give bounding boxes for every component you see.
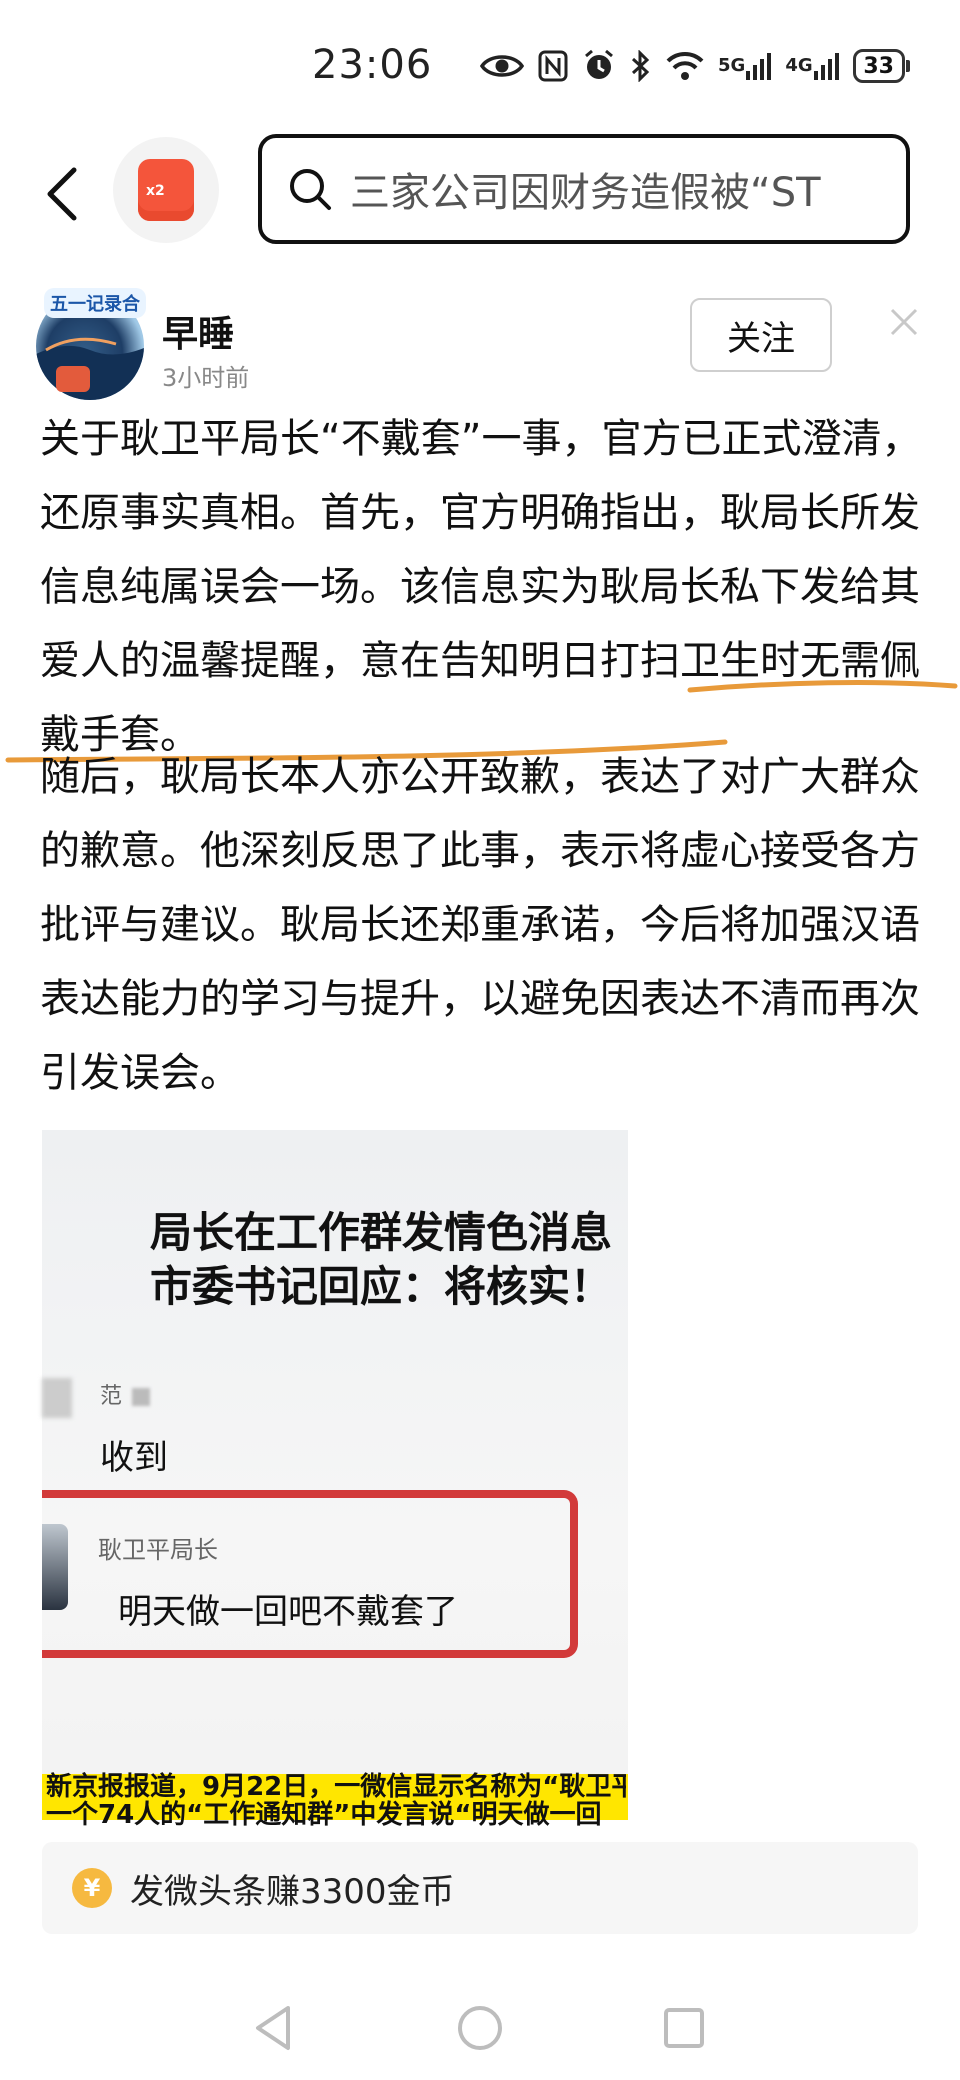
news-caption-line-2: 一个74人的“工作通知群”中发言说“明天做一回 <box>46 1800 602 1830</box>
signal-4g-icon: 4G <box>785 51 839 81</box>
camera-icon <box>56 366 90 392</box>
promo-text: 发微头条赚3300金币 <box>130 1871 455 1912</box>
coin-icon: ¥ <box>72 1868 112 1908</box>
network-4g-label: 4G <box>785 55 813 76</box>
nav-recents-button[interactable] <box>660 2000 708 2056</box>
search-icon <box>290 169 331 210</box>
signal-5g-icon: 5G <box>718 51 772 81</box>
follow-button[interactable]: 关注 <box>690 298 832 372</box>
bluetooth-icon <box>630 50 652 82</box>
post-time: 3小时前 <box>162 364 250 392</box>
triangle-back-icon <box>256 2006 290 2050</box>
nfc-icon <box>538 50 568 82</box>
chat-name-blur <box>132 1388 150 1406</box>
author-name[interactable]: 早睡 <box>162 305 234 357</box>
chat-avatar-blurred <box>42 1378 72 1418</box>
alarm-icon <box>582 49 616 83</box>
status-icons: 5G 4G 33 <box>480 46 910 86</box>
close-icon[interactable] <box>886 304 922 340</box>
chat-message-1: 收到 <box>100 1438 168 1478</box>
battery-level: 33 <box>863 53 894 79</box>
status-time: 23:06 <box>312 42 433 88</box>
nav-back-button[interactable] <box>250 2000 298 2056</box>
news-caption-line-1: 新京报报道，9月22日，一微信显示名称为“耿卫平 <box>46 1772 626 1802</box>
chat-avatar-2 <box>42 1524 68 1610</box>
promo-banner[interactable]: ¥ 发微头条赚3300金币 <box>42 1842 918 1934</box>
embedded-title-line-2: 市委书记回应：将核实！ <box>150 1262 613 1311</box>
chat-sender-1: 范 <box>100 1384 123 1409</box>
coin-symbol: ¥ <box>83 1874 101 1902</box>
eye-icon <box>480 51 524 81</box>
back-button[interactable] <box>36 158 96 230</box>
embedded-title-line-1: 局长在工作群发情色消息 <box>150 1208 613 1257</box>
search-query: 三家公司因财务造假被“ST <box>350 170 821 216</box>
avatar-badge: 五一记录合 <box>44 288 146 318</box>
battery-icon: 33 <box>852 49 910 83</box>
red-packet-button[interactable]: x2 <box>113 137 219 243</box>
chat-message-2: 明天做一回吧不戴套了 <box>118 1592 458 1632</box>
chat-sender-2: 耿卫平局长 <box>98 1536 218 1564</box>
network-5g-label: 5G <box>718 55 746 76</box>
nav-home-button[interactable] <box>454 2000 506 2056</box>
search-bar[interactable]: 三家公司因财务造假被“ST <box>258 134 910 244</box>
wifi-icon <box>666 51 704 81</box>
circle-home-icon <box>458 2006 502 2050</box>
post-paragraph-2: 随后，耿局长本人亦公开致歉，表达了对广大群众的歉意。他深刻反思了此事，表示将虚心… <box>40 754 920 1096</box>
red-packet-multiplier: x2 <box>146 183 165 199</box>
square-recents-icon <box>664 2008 704 2048</box>
chevron-left-icon <box>47 167 77 221</box>
red-packet-icon: x2 <box>138 159 194 221</box>
embedded-title: 局长在工作群发情色消息 市委书记回应：将核实！ <box>150 1206 612 1314</box>
